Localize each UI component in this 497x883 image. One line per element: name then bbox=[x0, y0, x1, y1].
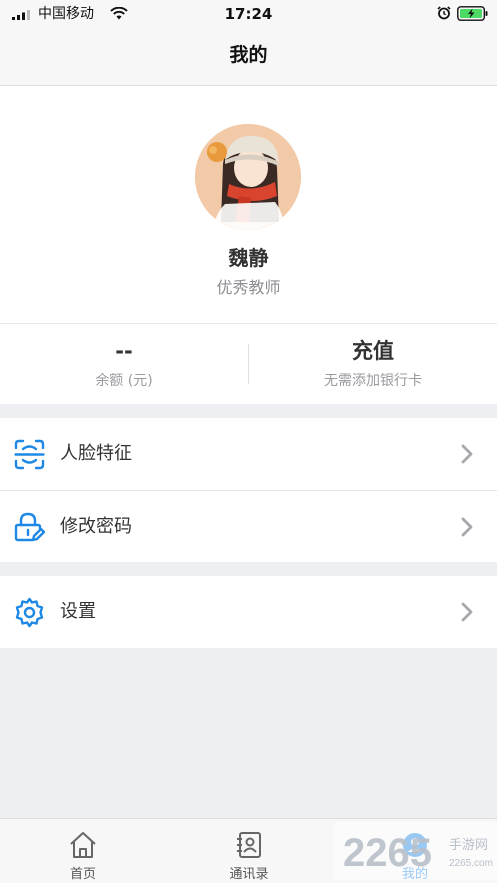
menu-item-face[interactable]: 人脸特征 bbox=[0, 418, 497, 490]
avatar[interactable] bbox=[195, 124, 301, 230]
menu-group-account: 人脸特征 修改密码 bbox=[0, 418, 497, 562]
lock-edit-icon bbox=[14, 512, 45, 542]
menu-label-password: 修改密码 bbox=[60, 516, 132, 537]
recharge-button[interactable]: 充值 无需添加银行卡 bbox=[249, 324, 497, 404]
profile-card: 魏静 优秀教师 bbox=[0, 86, 497, 324]
recharge-label: 无需添加银行卡 bbox=[324, 373, 422, 389]
svg-text:2265: 2265 bbox=[343, 831, 432, 875]
tab-contacts[interactable]: 通讯录 bbox=[166, 819, 332, 883]
menu-item-settings[interactable]: 设置 bbox=[0, 576, 497, 648]
tab-label-contacts: 通讯录 bbox=[229, 867, 269, 882]
menu-label-face: 人脸特征 bbox=[60, 443, 132, 464]
chevron-right-icon bbox=[461, 517, 473, 537]
page-title: 我的 bbox=[229, 44, 268, 66]
chevron-right-icon bbox=[461, 444, 473, 464]
svg-text:2265.com: 2265.com bbox=[449, 858, 493, 869]
avatar-illustration bbox=[195, 124, 301, 230]
home-icon bbox=[70, 832, 96, 858]
watermark-logo: 2265 手游网 2265.com bbox=[333, 822, 497, 880]
menu-group-settings: 设置 bbox=[0, 576, 497, 648]
tab-home[interactable]: 首页 bbox=[0, 819, 166, 883]
wallet-stats: -- 余额 (元) 充值 无需添加银行卡 bbox=[0, 324, 497, 404]
balance-label: 余额 (元) bbox=[95, 373, 153, 389]
nav-bar: 我的 bbox=[0, 30, 497, 86]
status-bar: 中国移动 17:24 bbox=[0, 0, 497, 30]
alarm-icon bbox=[437, 6, 451, 20]
chevron-right-icon bbox=[461, 602, 473, 622]
menu-label-settings: 设置 bbox=[60, 601, 96, 622]
balance-value: -- bbox=[115, 339, 133, 363]
user-name: 魏静 bbox=[228, 246, 269, 270]
recharge-value: 充值 bbox=[352, 339, 394, 363]
user-role: 优秀教师 bbox=[216, 278, 281, 297]
gear-icon bbox=[15, 597, 44, 628]
svg-text:手游网: 手游网 bbox=[449, 838, 488, 853]
tab-label-home: 首页 bbox=[69, 867, 96, 882]
clock-time: 17:24 bbox=[224, 5, 273, 23]
menu-item-password[interactable]: 修改密码 bbox=[0, 490, 497, 562]
face-scan-icon bbox=[14, 439, 45, 470]
balance-stat[interactable]: -- 余额 (元) bbox=[0, 324, 248, 404]
battery-icon bbox=[457, 6, 488, 21]
contacts-icon bbox=[237, 832, 261, 858]
